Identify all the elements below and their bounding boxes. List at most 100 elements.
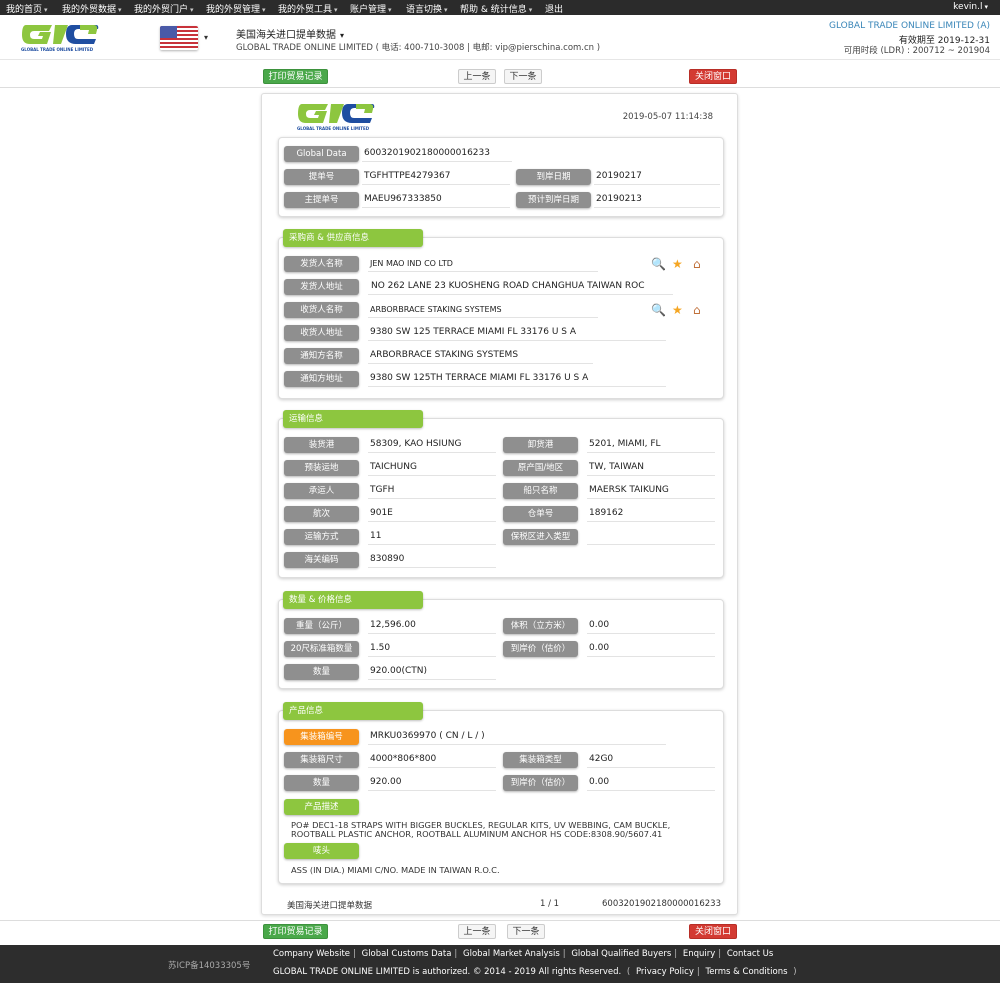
footer-link-company-website[interactable]: Company Website <box>273 949 350 959</box>
search-icon[interactable]: 🔍 <box>651 256 666 272</box>
nav-label: 我的外贸工具 <box>278 5 333 15</box>
next-record-button[interactable]: 下一条 <box>504 69 542 84</box>
gto-logo[interactable]: GLOBAL TRADE ONLINE LIMITED <box>20 21 100 53</box>
print-record-button[interactable]: 打印贸易记录 <box>263 924 328 939</box>
next-record-button[interactable]: 下一条 <box>507 924 545 939</box>
chevron-down-icon: ▾ <box>118 6 122 14</box>
privacy-policy-link[interactable]: Privacy Policy <box>636 967 694 977</box>
nav-item-trade-management[interactable]: 我的外贸管理 ▾ <box>206 2 266 15</box>
container-no-label: 集装箱编号 <box>284 729 359 745</box>
chevron-down-icon: ▾ <box>334 6 338 14</box>
consignee-name-label: 收货人名称 <box>284 302 359 318</box>
copyright: GLOBAL TRADE ONLINE LIMITED is authorize… <box>273 967 800 977</box>
separator: | <box>353 949 356 959</box>
close-window-button[interactable]: 关闭窗口 <box>689 924 737 939</box>
country-dropdown-caret-icon[interactable]: ▾ <box>204 33 208 42</box>
database-title[interactable]: 美国海关进口提单数据 ▾ <box>236 26 344 41</box>
user-menu[interactable]: kevin.l ▾ <box>953 2 988 12</box>
carrier-label: 承运人 <box>284 483 359 499</box>
company-name: GLOBAL TRADE ONLINE LIMITED (A) <box>829 21 990 31</box>
nav-item-trade-data[interactable]: 我的外贸数据 ▾ <box>62 2 122 15</box>
chevron-down-icon: ▾ <box>984 3 988 11</box>
search-icon[interactable]: 🔍 <box>651 302 666 318</box>
product-description-label: 产品描述 <box>284 799 359 815</box>
product-panel-title: 产品信息 <box>283 702 423 720</box>
global-data-value: 6003201902180000016233 <box>362 146 512 162</box>
port-of-lading-label: 装货港 <box>284 437 359 453</box>
data-source: 美国海关进口提单数据 <box>287 901 373 911</box>
chevron-down-icon: ▾ <box>190 6 194 14</box>
cif-value-label: 到岸价（估价） <box>503 641 578 657</box>
container-size-label: 集装箱尺寸 <box>284 752 359 768</box>
transport-panel: 运输信息 装货港 58309, KAO HSIUNG 卸货港 5201, MIA… <box>278 410 724 578</box>
notify-address-label: 通知方地址 <box>284 371 359 387</box>
teu-value: 1.50 <box>368 641 496 657</box>
gto-logo: GLOBAL TRADE ONLINE LIMITED <box>296 100 376 132</box>
database-title-text: 美国海关进口提单数据 <box>236 30 336 41</box>
nav-item-help[interactable]: 帮助 & 统计信息 ▾ <box>460 2 532 15</box>
manifest-no-label: 仓单号 <box>503 506 578 522</box>
close-window-button[interactable]: 关闭窗口 <box>689 69 737 84</box>
us-flag-icon[interactable] <box>160 26 198 50</box>
parties-panel: 采购商 & 供应商信息 发货人名称 JEN MAO IND CO LTD 🔍 ★… <box>278 229 724 399</box>
previous-record-button[interactable]: 上一条 <box>458 69 496 84</box>
icp-license: 苏ICP备14033305号 <box>168 961 251 971</box>
vessel-name-value: MAERSK TAIKUNG <box>587 483 715 499</box>
master-bill-value: MAEU967333850 <box>362 192 510 208</box>
nav-item-trade-tools[interactable]: 我的外贸工具 ▾ <box>278 2 338 15</box>
container-type-value: 42G0 <box>587 752 715 768</box>
notify-address-value: 9380 SW 125TH TERRACE MIAMI FL 33176 U S… <box>368 371 666 387</box>
footer-links: Company Website | Global Customs Data | Gl… <box>273 949 773 959</box>
star-icon[interactable]: ★ <box>672 256 683 272</box>
container-size-value: 4000*806*800 <box>368 752 496 768</box>
footer-link-enquiry[interactable]: Enquiry <box>683 949 715 959</box>
chevron-down-icon: ▾ <box>388 6 392 14</box>
shipper-name-label: 发货人名称 <box>284 256 359 272</box>
footer-link-global-qualified-buyers[interactable]: Global Qualified Buyers <box>571 949 671 959</box>
est-arrival-value: 20190213 <box>594 192 720 208</box>
container-type-label: 集装箱类型 <box>503 752 578 768</box>
record-card: GLOBAL TRADE ONLINE LIMITED 2019-05-07 1… <box>261 93 738 915</box>
chevron-down-icon: ▾ <box>44 6 48 14</box>
separator: | <box>562 949 566 959</box>
origin-country-value: TW, TAIWAN <box>587 460 715 476</box>
manifest-no-value: 189162 <box>587 506 715 522</box>
consignee-name-value: ARBORBRACE STAKING SYSTEMS <box>368 302 598 318</box>
footer-link-contact-us[interactable]: Contact Us <box>727 949 773 959</box>
product-cif-value: 0.00 <box>587 775 715 791</box>
home-icon[interactable]: ⌂ <box>693 302 701 318</box>
nav-item-logout[interactable]: 退出 <box>545 2 563 15</box>
nav-label: 账户管理 <box>350 5 387 15</box>
footer-link-global-market-analysis[interactable]: Global Market Analysis <box>463 949 560 959</box>
separator: | <box>718 949 722 959</box>
record-id: 6003201902180000016233 <box>602 899 721 909</box>
paren-close: ) <box>793 967 797 977</box>
separator: | <box>696 967 700 977</box>
svg-text:GLOBAL TRADE ONLINE LIMITED: GLOBAL TRADE ONLINE LIMITED <box>21 47 94 52</box>
nav-label: 我的外贸门户 <box>134 5 189 15</box>
terms-link[interactable]: Terms & Conditions <box>705 967 787 977</box>
bonded-entry-type-value <box>587 529 715 545</box>
nav-item-account[interactable]: 账户管理 ▾ <box>350 2 392 15</box>
consignee-address-label: 收货人地址 <box>284 325 359 341</box>
hs-code-label: 海关编码 <box>284 552 359 568</box>
nav-item-trade-portal[interactable]: 我的外贸门户 ▾ <box>134 2 194 15</box>
nav-item-language[interactable]: 语言切换 ▾ <box>406 2 448 15</box>
port-of-lading-value: 58309, KAO HSIUNG <box>368 437 496 453</box>
nav-label: 我的首页 <box>6 5 43 15</box>
print-record-button[interactable]: 打印贸易记录 <box>263 69 328 84</box>
arrival-date-label: 到岸日期 <box>516 169 591 185</box>
home-icon[interactable]: ⌂ <box>693 256 701 272</box>
parties-panel-title: 采购商 & 供应商信息 <box>283 229 423 247</box>
footer-link-global-customs-data[interactable]: Global Customs Data <box>362 949 452 959</box>
previous-record-button[interactable]: 上一条 <box>458 924 496 939</box>
nav-item-home[interactable]: 我的首页 ▾ <box>6 2 48 15</box>
cif-value: 0.00 <box>587 641 715 657</box>
quantity-panel: 数量 & 价格信息 重量（公斤） 12,596.00 体积（立方米） 0.00 … <box>278 591 724 689</box>
record-pager: 1 / 1 <box>540 899 560 909</box>
chevron-down-icon: ▾ <box>340 31 345 40</box>
star-icon[interactable]: ★ <box>672 302 683 318</box>
product-qty-value: 920.00 <box>368 775 496 791</box>
top-navigation-bar: 我的首页 ▾ 我的外贸数据 ▾ 我的外贸门户 ▾ 我的外贸管理 ▾ 我的外贸工具 ▾ 账户… <box>0 0 1000 15</box>
chevron-down-icon: ▾ <box>528 6 533 14</box>
